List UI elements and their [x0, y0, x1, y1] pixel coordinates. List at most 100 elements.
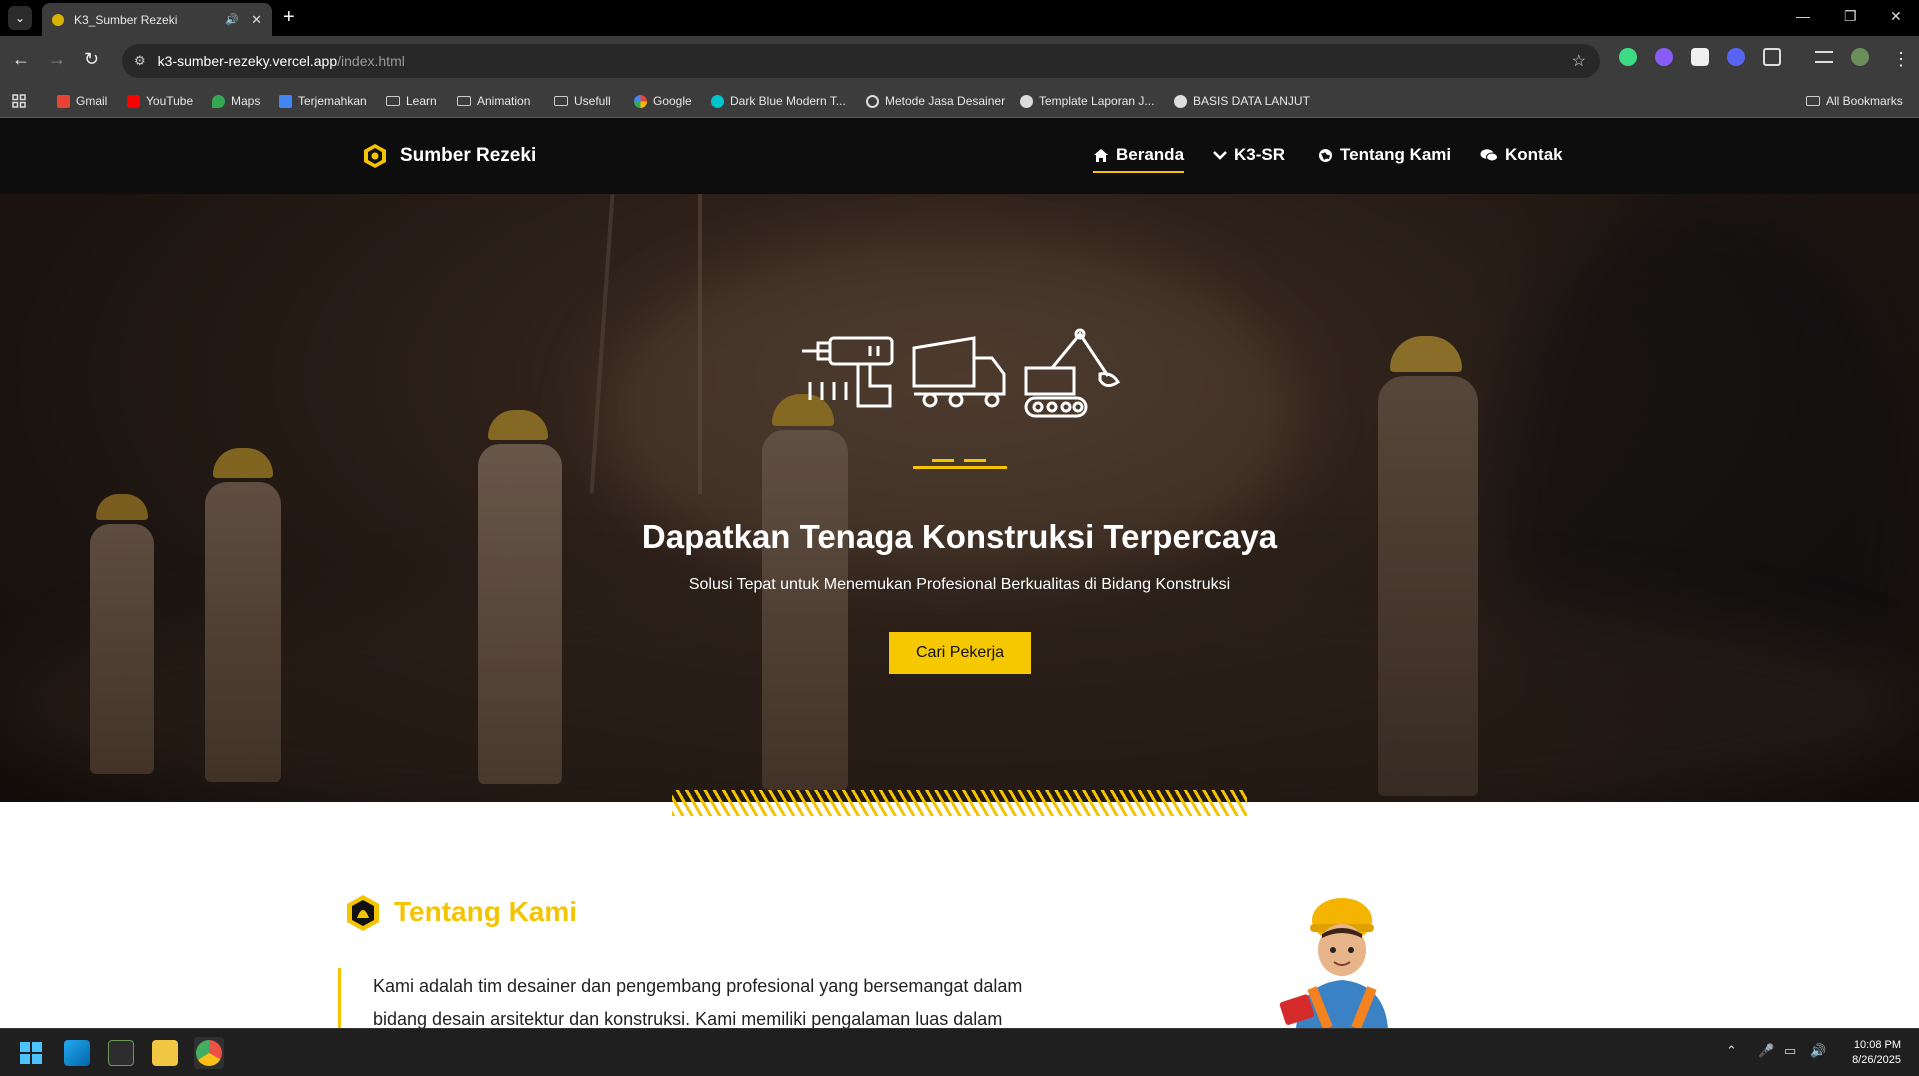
site-info-icon[interactable]: ⚙ [134, 53, 146, 69]
new-tab-button[interactable]: + [283, 6, 295, 28]
tab-search-button[interactable]: ⌄ [8, 6, 32, 30]
bookmark-translate[interactable]: Terjemahkan [279, 94, 367, 108]
site-navbar: Sumber Rezeki Beranda K3-SR Tentang Kami… [0, 118, 1919, 194]
nav-label: Beranda [1116, 145, 1185, 164]
brand-logo[interactable]: Sumber Rezeki [362, 143, 536, 169]
nav-label: Kontak [1505, 145, 1563, 164]
clock-time: 10:08 PM [1853, 1039, 1901, 1051]
browser-tab[interactable]: K3_Sumber Rezeki 🔊 ✕ [42, 3, 272, 36]
extension-icon[interactable] [1727, 48, 1745, 66]
globe-icon [1020, 94, 1033, 108]
globe-icon [1319, 148, 1332, 162]
worker-illustration [1279, 898, 1388, 1028]
hero-accent-line [932, 459, 954, 462]
url-host: k3-sumber-rezeky.vercel.app [157, 53, 338, 69]
browser-toolbar: ← → ↻ ⚙ k3-sumber-rezeky.vercel.app /ind… [0, 36, 1919, 86]
canva-icon [711, 94, 724, 108]
network-icon[interactable]: ▭ [1784, 1043, 1796, 1059]
folder-icon [554, 96, 568, 106]
bookmark-gmail[interactable]: Gmail [57, 94, 107, 108]
extension-icon[interactable] [1691, 48, 1709, 66]
media-control-icon[interactable] [1815, 51, 1833, 63]
bookmark-star-icon[interactable]: ☆ [1572, 51, 1586, 71]
globe-icon [1174, 94, 1187, 108]
bookmark-google[interactable]: Google [634, 94, 692, 108]
minimize-button[interactable]: — [1796, 8, 1810, 24]
file-explorer-icon[interactable] [152, 1040, 178, 1066]
nav-label: Tentang Kami [1340, 145, 1452, 164]
tab-close-icon[interactable]: ✕ [251, 12, 262, 28]
hero-subtitle: Solusi Tepat untuk Menemukan Profesional… [688, 576, 1231, 593]
nav-tentang-kami[interactable]: Tentang Kami [1318, 145, 1451, 165]
hero-section: Dapatkan Tenaga Konstruksi Terpercaya So… [0, 194, 1919, 802]
apps-grid-icon[interactable] [12, 94, 26, 108]
hero-accent-line [964, 459, 986, 462]
about-text: Kami adalah tim desainer dan pengembang … [373, 970, 1093, 1036]
bookmark-usefull[interactable]: Usefull [554, 94, 611, 108]
folder-icon [1806, 96, 1820, 106]
bookmark-template-laporan[interactable]: Template Laporan J... [1020, 94, 1154, 108]
youtube-icon [127, 94, 140, 108]
bookmark-basis-data[interactable]: BASIS DATA LANJUT [1174, 94, 1310, 108]
active-app-highlight [194, 1037, 224, 1069]
tray-overflow-icon[interactable]: ⌃ [1726, 1043, 1737, 1059]
hero-overlay [0, 194, 1919, 802]
bookmark-canva[interactable]: Dark Blue Modern T... [711, 94, 846, 108]
reload-button[interactable]: ↻ [84, 49, 99, 69]
bookmarks-bar: Gmail YouTube Maps Terjemahkan Learn Ani… [0, 86, 1919, 118]
bookmark-animation[interactable]: Animation [457, 94, 530, 108]
drill-icon [802, 336, 894, 408]
dump-truck-icon [912, 336, 1006, 408]
hero-stripe-divider [672, 790, 1247, 816]
extensions-puzzle-icon[interactable] [1763, 48, 1781, 66]
home-icon [1094, 148, 1108, 162]
brand-name: Sumber Rezeki [400, 145, 537, 166]
bookmark-chatgpt[interactable]: Metode Jasa Desainer [866, 94, 1005, 108]
restore-button[interactable]: ❐ [1844, 8, 1857, 25]
about-title: Tentang Kami [394, 896, 578, 927]
chevron-down-icon [1213, 151, 1227, 160]
folder-icon [457, 96, 471, 106]
menu-kebab-icon[interactable]: ⋮ [1892, 49, 1910, 69]
browser-tabbar: ⌄ K3_Sumber Rezeki 🔊 ✕ + — ❐ ✕ [0, 0, 1919, 36]
vscode-icon[interactable] [64, 1040, 90, 1066]
system-clock[interactable]: 10:08 PM 8/26/2025 [1852, 1038, 1901, 1068]
nav-kontak[interactable]: Kontak [1480, 145, 1563, 165]
gmail-icon [57, 94, 70, 108]
hero-title: Dapatkan Tenaga Konstruksi Terpercaya [641, 518, 1278, 555]
extension-icon[interactable] [1655, 48, 1673, 66]
all-bookmarks[interactable]: All Bookmarks [1806, 94, 1903, 108]
cari-pekerja-button[interactable]: Cari Pekerja [889, 632, 1031, 674]
terminal-icon[interactable] [108, 1040, 134, 1066]
clock-date: 8/26/2025 [1852, 1054, 1901, 1066]
openai-icon [866, 94, 879, 108]
profile-avatar[interactable] [1851, 48, 1869, 66]
forward-button[interactable]: → [48, 49, 66, 69]
close-window-button[interactable]: ✕ [1890, 8, 1902, 25]
folder-icon [386, 96, 400, 106]
windows-start-icon[interactable] [20, 1042, 42, 1064]
back-button[interactable]: ← [12, 49, 30, 69]
bookmark-learn[interactable]: Learn [386, 94, 437, 108]
microphone-icon[interactable]: 🎤 [1758, 1043, 1774, 1059]
url-path: /index.html [337, 53, 405, 69]
hero-accent-line [913, 466, 1007, 469]
shield-hex-icon [347, 895, 379, 931]
bookmark-maps[interactable]: Maps [212, 94, 260, 108]
nav-beranda[interactable]: Beranda [1093, 145, 1185, 173]
tab-title: K3_Sumber Rezeki [74, 12, 178, 27]
bookmark-youtube[interactable]: YouTube [127, 94, 193, 108]
chat-icon [1480, 148, 1498, 161]
windows-taskbar: ⌃ 🎤 ▭ 🔊 10:08 PM 8/26/2025 [0, 1028, 1919, 1076]
maps-icon [212, 94, 225, 108]
site-favicon-icon [52, 13, 64, 26]
extension-icon[interactable] [1619, 48, 1637, 66]
speaker-icon[interactable]: 🔊 [225, 13, 239, 26]
address-bar[interactable]: ⚙ k3-sumber-rezeky.vercel.app /index.htm… [122, 44, 1600, 78]
google-icon [634, 94, 647, 108]
volume-icon[interactable]: 🔊 [1810, 1043, 1826, 1059]
nav-k3-sr[interactable]: K3-SR [1213, 145, 1285, 165]
about-section: Tentang Kami Kami adalah tim desainer da… [0, 816, 1919, 1038]
excavator-icon [1024, 328, 1120, 418]
brand-shield-icon [364, 144, 386, 168]
